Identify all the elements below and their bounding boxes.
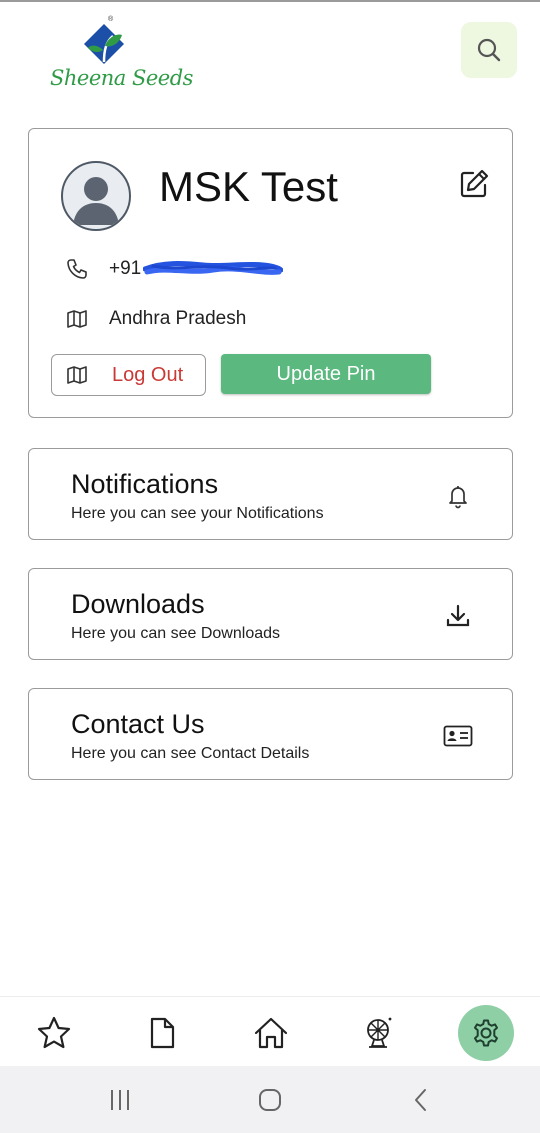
download-icon [443,601,473,631]
user-avatar-icon [73,177,119,225]
home-circle-icon [259,1089,281,1111]
logout-label: Log Out [112,363,184,386]
downloads-card[interactable]: Downloads Here you can see Downloads [28,568,513,660]
status-divider [0,0,540,2]
search-button[interactable] [461,22,517,78]
system-navigation-bar [0,1066,540,1133]
contact-card[interactable]: Contact Us Here you can see Contact Deta… [28,688,513,780]
avatar [61,161,131,231]
brand-logo: ® Sheena Seeds [46,16,193,96]
nav-spin-wheel[interactable] [351,1005,407,1061]
map-icon [66,364,88,386]
nav-favorites[interactable] [26,1005,82,1061]
search-icon [477,38,501,62]
profile-card: MSK Test +91 Andhra Pradesh Log Out Upda… [28,128,513,418]
notifications-title: Notifications [71,469,219,499]
notifications-card[interactable]: Notifications Here you can see your Noti… [28,448,513,540]
nav-settings[interactable] [458,1005,514,1061]
bottom-navigation [0,996,540,1066]
phone-icon [65,257,89,281]
edit-profile-button[interactable] [457,167,491,201]
notifications-subtitle: Here you can see your Notifications [71,505,324,522]
phone-prefix: +91 [109,258,142,279]
back-icon [415,1089,426,1111]
contact-title: Contact Us [71,709,205,739]
state-text: Andhra Pradesh [109,308,247,329]
nav-home[interactable] [243,1005,299,1061]
phone-row: +91 [65,257,284,281]
wheel-icon [367,1017,392,1048]
map-icon [65,307,89,331]
star-icon [37,1016,71,1049]
downloads-title: Downloads [71,589,205,619]
registered-mark: ® [108,16,114,23]
update-pin-button[interactable]: Update Pin [221,354,431,394]
gear-icon [474,1019,498,1047]
recent-apps-icon [111,1090,129,1110]
contact-subtitle: Here you can see Contact Details [71,745,310,762]
logout-button[interactable]: Log Out [51,354,206,396]
user-name: MSK Test [159,163,338,210]
home-icon [254,1017,288,1049]
logo-text: Sheena Seeds [50,66,193,90]
logo-mark-icon [84,24,124,64]
document-icon [150,1017,175,1049]
recent-apps-button[interactable] [100,1086,140,1114]
system-back-button[interactable] [402,1086,442,1114]
edit-icon [460,169,489,198]
redaction-scribble [143,261,284,275]
contact-card-icon [443,721,473,751]
system-home-button[interactable] [250,1086,290,1114]
nav-documents[interactable] [134,1005,190,1061]
state-row: Andhra Pradesh [65,307,246,331]
downloads-subtitle: Here you can see Downloads [71,625,281,642]
bell-icon [443,481,473,511]
